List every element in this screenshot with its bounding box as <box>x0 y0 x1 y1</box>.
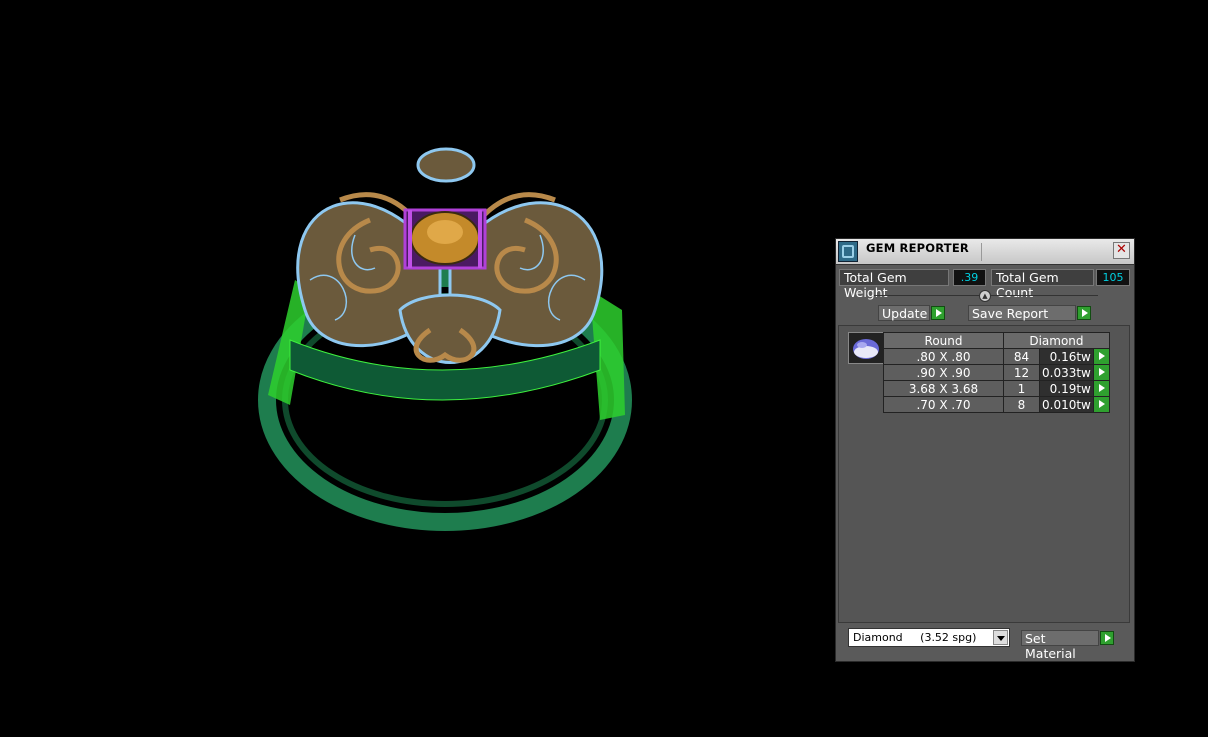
row-size: .70 X .70 <box>883 396 1004 413</box>
set-material-arrow-icon[interactable] <box>1100 631 1114 645</box>
total-gem-weight-value: .39 <box>953 269 986 286</box>
gem-table: Round Diamond .80 X .80 84 0.16tw .90 X … <box>883 332 1110 413</box>
table-header-row: Round Diamond <box>883 332 1110 349</box>
total-gem-count-label: Total Gem Count <box>991 269 1094 300</box>
set-material-button[interactable]: Set Material <box>1021 630 1099 661</box>
row-arrow-icon[interactable] <box>1092 380 1110 397</box>
table-row[interactable]: 3.68 X 3.68 1 0.19tw <box>883 380 1110 397</box>
panel-titlebar[interactable]: GEM REPORTER ✕ <box>836 239 1134 265</box>
total-gem-count-value: 105 <box>1096 269 1130 286</box>
row-size: .90 X .90 <box>883 364 1004 381</box>
save-report-button[interactable]: Save Report <box>968 305 1076 321</box>
update-arrow-icon[interactable] <box>931 306 945 320</box>
chevron-down-icon[interactable] <box>993 630 1008 645</box>
total-gem-weight-label: Total Gem Weight <box>839 269 949 300</box>
title-separator <box>981 243 982 261</box>
table-row[interactable]: .80 X .80 84 0.16tw <box>883 348 1110 365</box>
row-weight: 0.16tw <box>1039 348 1094 365</box>
table-row[interactable]: .70 X .70 8 0.010tw <box>883 396 1110 413</box>
update-button[interactable]: Update <box>878 305 930 321</box>
header-material: Diamond <box>1003 332 1110 349</box>
row-weight: 0.19tw <box>1039 380 1094 397</box>
row-count: 8 <box>1003 396 1040 413</box>
row-size: .80 X .80 <box>883 348 1004 365</box>
row-count: 1 <box>1003 380 1040 397</box>
row-arrow-icon[interactable] <box>1092 364 1110 381</box>
row-arrow-icon[interactable] <box>1092 396 1110 413</box>
row-weight: 0.010tw <box>1039 396 1094 413</box>
report-area: Round Diamond .80 X .80 84 0.16tw .90 X … <box>838 325 1130 623</box>
gem-thumbnail-icon[interactable] <box>848 332 884 364</box>
row-arrow-icon[interactable] <box>1092 348 1110 365</box>
table-row[interactable]: .90 X .90 12 0.033tw <box>883 364 1110 381</box>
row-weight: 0.033tw <box>1039 364 1094 381</box>
row-count: 12 <box>1003 364 1040 381</box>
close-icon[interactable]: ✕ <box>1113 242 1130 259</box>
material-select[interactable]: Diamond (3.52 spg) <box>848 628 1010 647</box>
gem-reporter-icon <box>838 241 858 262</box>
gem-reporter-panel: GEM REPORTER ✕ Total Gem Weight .39 Tota… <box>835 238 1135 662</box>
header-shape: Round <box>883 332 1004 349</box>
panel-slider-knob[interactable]: ▲ <box>979 290 991 302</box>
row-size: 3.68 X 3.68 <box>883 380 1004 397</box>
ring-model-render[interactable] <box>250 140 650 540</box>
row-count: 84 <box>1003 348 1040 365</box>
material-select-value: Diamond (3.52 spg) <box>853 631 977 644</box>
panel-title: GEM REPORTER <box>866 241 969 255</box>
save-report-arrow-icon[interactable] <box>1077 306 1091 320</box>
